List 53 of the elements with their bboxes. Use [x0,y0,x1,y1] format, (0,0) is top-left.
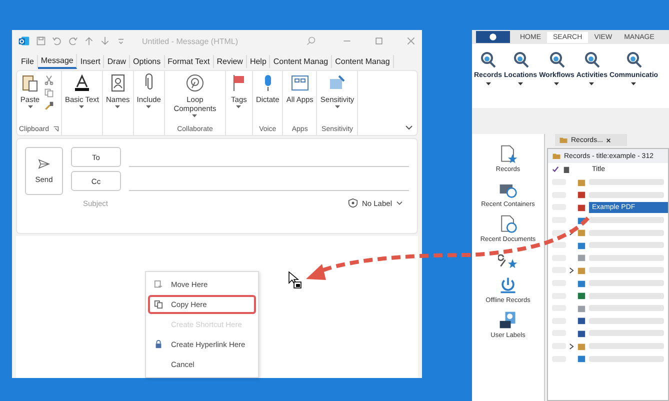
microphone-icon [262,73,273,93]
blurred-cell [552,242,566,248]
expand-icon[interactable] [569,342,574,350]
redo-icon[interactable] [68,36,78,46]
checkmark-icon[interactable] [552,166,559,173]
close-icon[interactable] [606,138,611,142]
magnifier-icon [478,50,498,70]
scissors-icon[interactable] [44,75,54,85]
ribbon-tab[interactable]: Help [246,54,270,68]
blurred-cell [552,230,566,236]
power-icon[interactable] [498,275,518,295]
undo-icon[interactable] [52,36,62,46]
caret-icon [486,82,490,86]
building-icon[interactable] [563,166,570,173]
circle-icon [488,32,498,42]
copy-icon[interactable] [44,88,54,98]
caret-icon [396,200,403,206]
ribbon-tab[interactable]: Draw [104,54,130,68]
document-clock-icon[interactable] [498,214,518,234]
mail-app-icon [18,35,30,47]
brush-icon[interactable] [44,101,54,111]
up-arrow-icon[interactable] [84,36,94,46]
lock-icon [154,340,163,349]
ribbon-tab[interactable]: File [18,54,38,68]
caret-icon [554,82,560,86]
document-star-icon[interactable] [498,144,518,164]
loop-icon [184,73,205,93]
ribbon-tab[interactable]: Review [214,54,247,68]
shield-icon [348,198,358,208]
collapse-ribbon-icon[interactable] [405,125,413,131]
window-title: Untitled - Message (HTML) [142,36,240,46]
user-card-icon[interactable] [498,310,518,330]
ribbon-tab[interactable]: Content Manag [332,54,394,68]
down-arrow-icon[interactable] [100,36,110,46]
clipboard-icon [20,73,40,93]
ribbon-tab[interactable]: Content Manag [270,54,332,68]
ribbon-tab[interactable]: Format Text [164,54,214,68]
send-icon [38,158,50,168]
ribbon-tab[interactable]: Options [130,54,165,68]
quick-access-button[interactable] [476,31,510,43]
maximize-icon[interactable] [374,36,384,46]
copy-cursor-icon [288,271,302,289]
caret-icon [589,82,594,86]
copy-icon [154,300,163,309]
apps-icon [290,73,310,93]
document-icon [154,280,163,289]
customize-icon[interactable] [116,36,126,46]
caret-icon [518,82,524,86]
expand-icon[interactable] [569,266,574,274]
ribbon-tab[interactable]: Insert [77,54,104,68]
caret-icon [631,82,636,86]
save-icon[interactable] [36,36,46,46]
dialog-launcher-icon[interactable] [52,126,59,132]
